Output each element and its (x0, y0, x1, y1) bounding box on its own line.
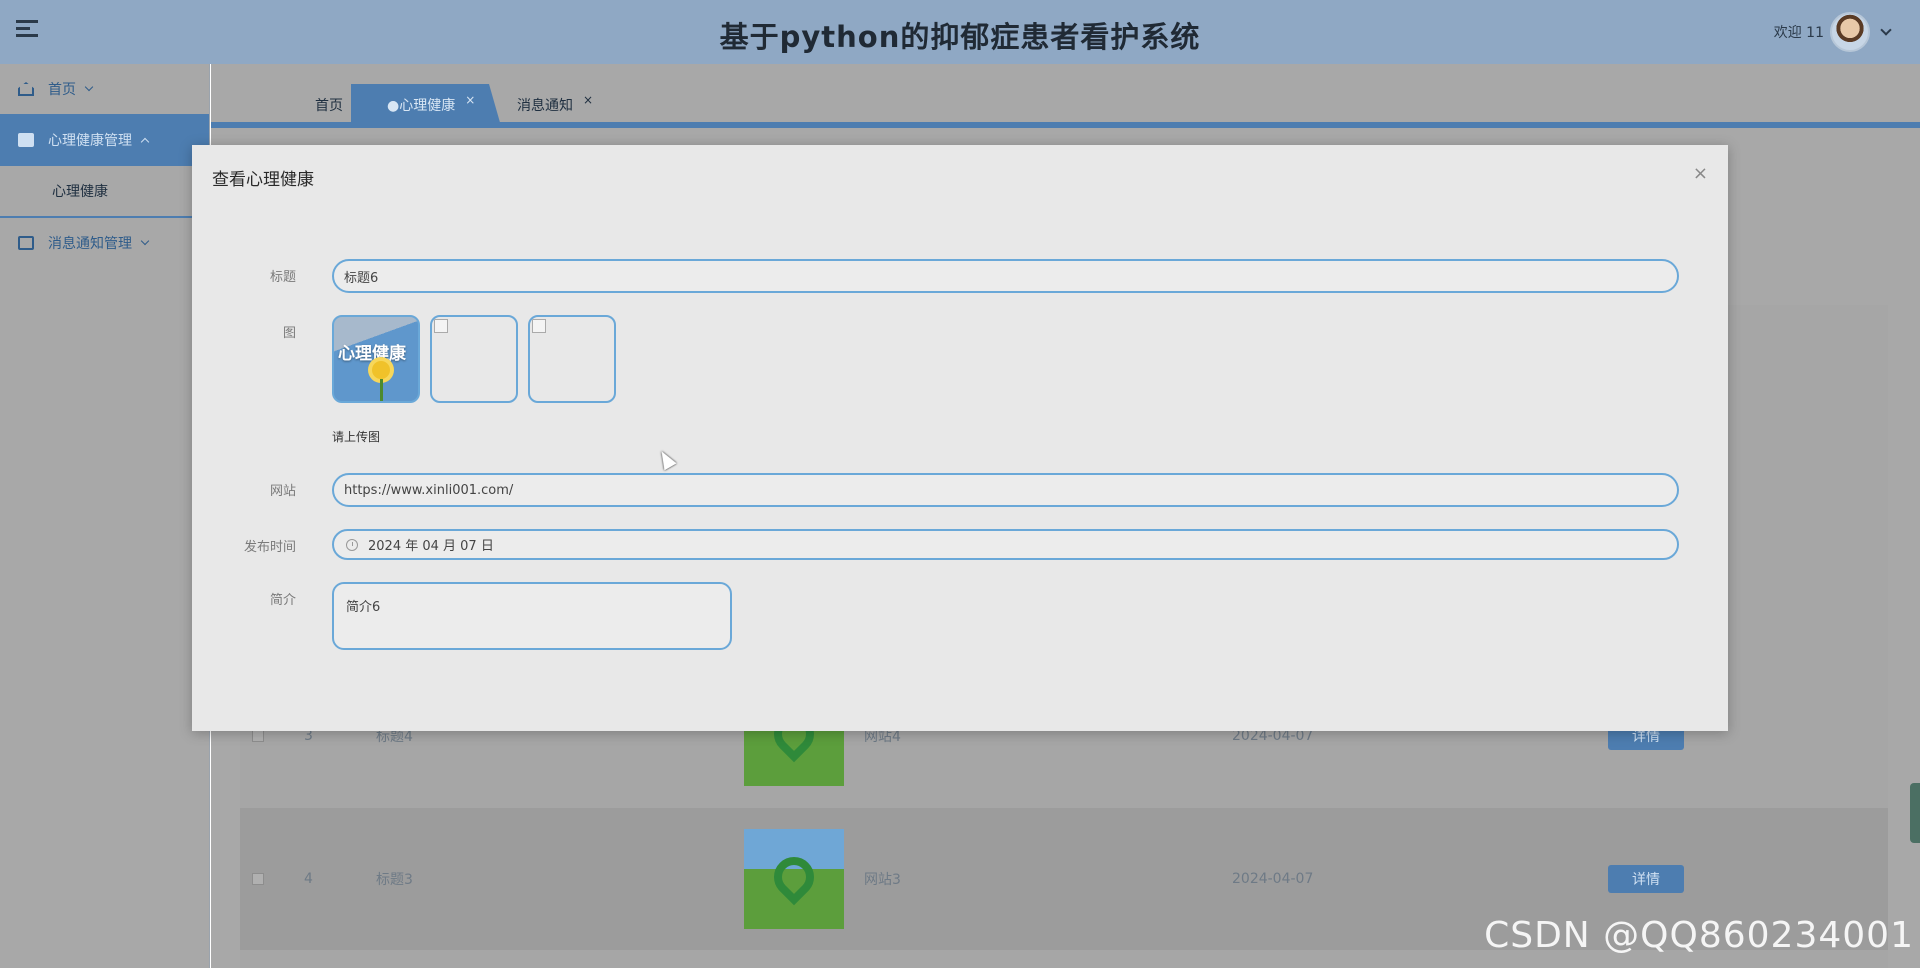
detail-button[interactable]: 详情 (1608, 865, 1684, 893)
view-dialog: 查看心理健康 × 标题 标题6 图 心理健康 请上传图 网站 https://w… (192, 145, 1728, 731)
image-label: 图 (282, 326, 296, 341)
briefcase-icon (18, 133, 34, 147)
sidebar-item-mental-health-mgmt[interactable]: 心理健康管理 (0, 114, 209, 166)
sliders-icon (18, 236, 34, 250)
tab-bar: 首页 ●心理健康 × 消息通知 × (211, 64, 1920, 128)
image-thumbnail[interactable] (430, 315, 518, 403)
publish-time-label: 发布时间 (243, 540, 296, 555)
flower-stem (380, 379, 383, 401)
app-title: 基于python的抑郁症患者看护系统 (719, 20, 1201, 54)
row-date: 2024-04-07 (1232, 871, 1314, 887)
publish-time-field[interactable]: 2024 年 04 月 07 日 (332, 529, 1679, 560)
home-icon (18, 82, 34, 96)
image-thumbnail[interactable] (528, 315, 616, 403)
heart-icon (765, 848, 823, 906)
sunflower-icon (372, 361, 390, 379)
chevron-down-icon (84, 82, 94, 92)
publish-time-value: 2024 年 04 月 07 日 (368, 539, 494, 554)
tab-label: 消息通知 (517, 98, 573, 114)
sidebar-item-label: 心理健康管理 (48, 133, 132, 149)
intro-textarea[interactable]: 简介6 (332, 582, 732, 650)
tab-label: ●心理健康 (387, 98, 456, 114)
row-checkbox[interactable] (252, 873, 264, 885)
dialog-title: 查看心理健康 (212, 170, 314, 190)
title-field[interactable]: 标题6 (332, 259, 1679, 293)
row-thumbnail (744, 829, 844, 929)
tab-notifications[interactable]: 消息通知 × (517, 84, 627, 126)
title-label: 标题 (269, 270, 296, 285)
row-title: 标题3 (376, 872, 413, 888)
sidebar-item-notification-mgmt[interactable]: 消息通知管理 (0, 218, 209, 268)
site-field[interactable]: https://www.xinli001.com/ (332, 473, 1679, 507)
sidebar: 首页 心理健康管理 心理健康 消息通知管理 (0, 64, 210, 968)
chevron-down-icon (140, 236, 150, 246)
user-menu[interactable]: 欢迎 11 (1773, 10, 1892, 54)
tab-mental-health[interactable]: ●心理健康 × (351, 84, 501, 126)
image-overlay-text: 心理健康 (338, 344, 406, 364)
sidebar-item-label: 首页 (48, 82, 76, 98)
welcome-text: 欢迎 11 (1773, 25, 1824, 41)
site-value: https://www.xinli001.com/ (344, 482, 514, 498)
close-icon[interactable]: × (583, 93, 593, 107)
intro-value: 简介6 (346, 600, 381, 615)
site-label: 网站 (269, 484, 296, 499)
broken-image-icon (532, 319, 546, 333)
chevron-down-icon[interactable] (1880, 24, 1892, 36)
close-icon[interactable]: × (1693, 163, 1708, 184)
sidebar-item-home[interactable]: 首页 (0, 64, 209, 114)
clock-icon (346, 538, 358, 551)
watermark: CSDN @QQ860234001 (1484, 915, 1914, 956)
avatar[interactable] (1830, 12, 1870, 52)
upload-hint: 请上传图 (332, 430, 381, 444)
intro-label: 简介 (269, 593, 296, 608)
sidebar-item-label: 消息通知管理 (48, 236, 132, 252)
row-checkbox[interactable] (252, 730, 264, 742)
row-index: 4 (304, 871, 313, 887)
image-thumbnail[interactable]: 心理健康 (332, 315, 420, 403)
top-header: 基于python的抑郁症患者看护系统 欢迎 11 (0, 0, 1920, 64)
chevron-up-icon (140, 137, 150, 147)
sidebar-subitem-mental-health[interactable]: 心理健康 (0, 166, 209, 218)
title-value: 标题6 (344, 270, 379, 286)
tab-label: 首页 (315, 98, 343, 114)
row-site: 网站3 (864, 872, 901, 888)
close-icon[interactable]: × (465, 93, 475, 107)
side-scroll-handle[interactable] (1910, 783, 1920, 843)
sidebar-item-label: 心理健康 (52, 184, 108, 200)
broken-image-icon (434, 319, 448, 333)
